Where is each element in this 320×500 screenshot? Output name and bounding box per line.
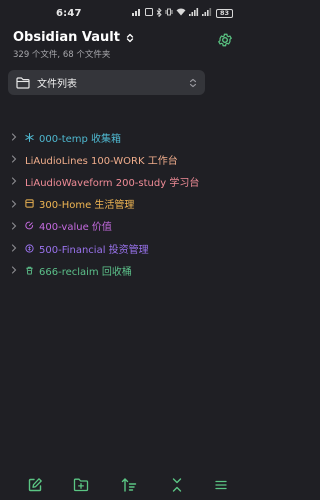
wifi-icon bbox=[176, 8, 186, 18]
tree-folder-label: 300-Home 生活管理 bbox=[39, 200, 135, 212]
tree-folder[interactable]: 500-Financial 投资管理 bbox=[0, 237, 242, 259]
new-note-icon[interactable] bbox=[27, 477, 43, 493]
tree-folder[interactable]: LiAudioWaveform 200-study 学习台 bbox=[0, 170, 242, 192]
tree-folder[interactable]: 300-Home 生活管理 bbox=[0, 193, 242, 215]
chevron-right-icon bbox=[11, 200, 17, 208]
chevron-right-icon bbox=[11, 177, 17, 186]
chevron-right-icon bbox=[11, 244, 17, 252]
chevron-right-icon bbox=[11, 155, 17, 163]
vibrate-icon bbox=[165, 8, 173, 18]
nfc-icon bbox=[145, 8, 153, 18]
value-icon bbox=[25, 221, 34, 230]
status-bar: 6:47 83 bbox=[0, 0, 242, 26]
tree-folder[interactable]: LiAudioLines 100-WORK 工作台 bbox=[0, 148, 242, 170]
new-folder-icon[interactable] bbox=[73, 477, 89, 493]
tree-folder[interactable]: 000-temp 收集箱 bbox=[0, 126, 242, 148]
file-tree: 000-temp 收集箱 LiAudioLines 100-WORK 工作台 L… bbox=[0, 126, 242, 281]
tree-folder-label: 666-reclaim 回收桶 bbox=[39, 266, 132, 278]
vault-stats: 329 个文件, 68 个文件夹 bbox=[13, 50, 111, 60]
sort-icon[interactable] bbox=[121, 477, 137, 493]
tree-folder-label: 400-value 价值 bbox=[39, 222, 112, 234]
bluetooth-icon bbox=[156, 6, 162, 19]
settings-gear-icon[interactable] bbox=[217, 32, 233, 48]
chevron-right-icon bbox=[11, 133, 17, 141]
chevron-right-icon bbox=[11, 222, 17, 230]
signal-icon bbox=[132, 8, 142, 18]
vault-header: Obsidian Vault 329 个文件, 68 个文件夹 bbox=[13, 30, 233, 60]
status-icons: 83 bbox=[132, 6, 233, 19]
vault-switcher[interactable]: Obsidian Vault bbox=[13, 30, 233, 45]
tree-folder-label: 500-Financial 投资管理 bbox=[39, 244, 149, 256]
obsidian-file-explorer: 6:47 83 Obsidian Vault 329 个文件, 68 个文件夹 … bbox=[0, 0, 242, 500]
status-time: 6:47 bbox=[56, 7, 82, 19]
folder-icon bbox=[16, 76, 30, 89]
tree-folder[interactable]: 400-value 价值 bbox=[0, 215, 242, 237]
battery-indicator: 83 bbox=[216, 8, 233, 18]
snowflake-icon bbox=[25, 132, 34, 142]
menu-icon[interactable] bbox=[213, 477, 229, 493]
home-icon bbox=[25, 199, 34, 208]
chevron-updown-icon bbox=[126, 33, 134, 42]
bottom-toolbar bbox=[0, 474, 242, 498]
view-selector-dropdown[interactable]: 文件列表 bbox=[8, 70, 205, 95]
trash-icon bbox=[26, 266, 33, 275]
tree-folder-label: LiAudioLines 100-WORK 工作台 bbox=[25, 155, 178, 167]
vault-name: Obsidian Vault bbox=[13, 30, 120, 45]
chevron-right-icon bbox=[11, 266, 17, 274]
chevron-updown-icon bbox=[189, 78, 197, 87]
view-selector-label: 文件列表 bbox=[37, 79, 77, 90]
cell-signal-icon bbox=[189, 8, 199, 18]
coin-icon bbox=[25, 243, 34, 253]
tree-folder-label: LiAudioWaveform 200-study 学习台 bbox=[25, 177, 200, 189]
tree-folder[interactable]: 666-reclaim 回收桶 bbox=[0, 259, 242, 281]
cell-signal-2-icon bbox=[202, 8, 212, 18]
tree-folder-label: 000-temp 收集箱 bbox=[39, 133, 122, 145]
collapse-all-icon[interactable] bbox=[169, 477, 185, 493]
